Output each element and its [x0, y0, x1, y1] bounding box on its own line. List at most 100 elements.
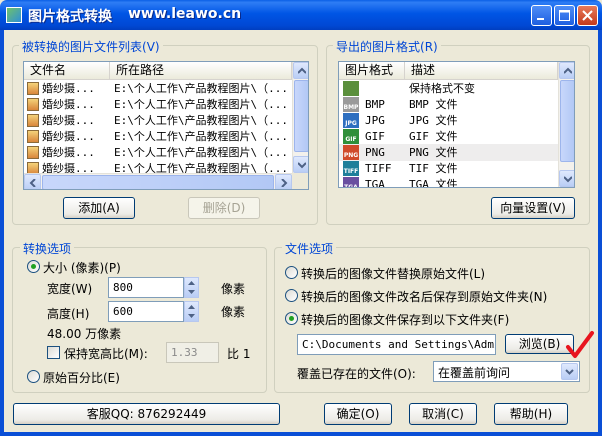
format-row[interactable]: TIFF TIFF TIF 文件 [339, 160, 558, 177]
format-desc-cell: TGA 文件 [409, 178, 458, 188]
column-header-filename[interactable]: 文件名 [24, 62, 110, 79]
size-pixels-label: 大小 (像素)(P) [43, 261, 121, 275]
format-row[interactable]: JPG JPG JPG 文件 [339, 112, 558, 129]
file-name-cell: 婚纱摄... [42, 114, 95, 127]
column-header-description[interactable]: 描述 [405, 62, 558, 79]
format-row[interactable]: PNG PNG PNG 文件 [339, 144, 558, 161]
width-spinner[interactable] [184, 277, 199, 298]
maximize-icon [559, 10, 570, 21]
minimize-button[interactable] [531, 5, 552, 26]
rename-save-label: 转换后的图像文件改名后保存到原始文件夹(N) [301, 290, 548, 304]
scroll-down-button[interactable] [293, 156, 308, 173]
png-icon: PNG [343, 145, 359, 160]
support-qq-button[interactable]: 客服QQ: 876292449 [13, 403, 280, 425]
add-button[interactable]: 添加(A) [63, 197, 135, 219]
original-percent-radio[interactable] [27, 370, 40, 383]
source-list-vscroll[interactable] [292, 62, 308, 173]
scroll-left-button[interactable] [24, 174, 41, 189]
file-path-cell: E:\个人工作\产品教程图片\（... [114, 82, 288, 95]
format-desc-cell: TIF 文件 [409, 162, 458, 175]
vector-settings-button[interactable]: 向量设置(V) [491, 197, 575, 219]
format-scroll-down-button[interactable] [559, 170, 574, 187]
format-name-cell: JPG [365, 114, 385, 127]
source-list-hscroll[interactable] [24, 173, 292, 189]
browse-button[interactable]: 浏览(B) [505, 334, 574, 354]
delete-button[interactable]: 删除(D) [188, 197, 260, 219]
output-folder-input[interactable]: C:\Documents and Settings\Admini [297, 334, 496, 355]
scroll-up-button[interactable] [293, 62, 308, 79]
format-row[interactable]: TGA TGA TGA 文件 [339, 176, 558, 188]
format-name-cell: GIF [365, 130, 385, 143]
height-spinner[interactable] [184, 301, 199, 322]
save-to-folder-radio[interactable] [285, 312, 298, 325]
close-icon [582, 10, 593, 21]
checkmark-annotation-icon [566, 331, 594, 358]
source-file-row[interactable]: 婚纱摄... E:\个人工作\产品教程图片\（... [24, 112, 292, 129]
rename-save-radio[interactable] [285, 289, 298, 302]
file-path-cell: E:\个人工作\产品教程图片\（... [114, 130, 288, 143]
image-file-icon [27, 146, 39, 159]
source-file-row[interactable]: 婚纱摄... E:\个人工作\产品教程图片\（... [24, 80, 292, 97]
chevron-down-icon [565, 369, 574, 375]
scroll-right-button[interactable] [275, 174, 292, 189]
jpg-icon: JPG [343, 113, 359, 128]
format-row[interactable]: 保持格式不变 [339, 80, 558, 97]
width-label: 宽度(W) [47, 282, 93, 296]
format-list[interactable]: 图片格式 描述 保持格式不变 BMP BMP BMP 文件 JPG JPG JPG 文件 GI… [338, 61, 575, 188]
cancel-button[interactable]: 取消(C) [409, 403, 477, 425]
help-button[interactable]: 帮助(H) [494, 403, 568, 425]
height-input[interactable]: 600 [108, 301, 184, 322]
keep-ratio-checkbox[interactable] [47, 346, 60, 359]
arrow-up-icon [564, 67, 572, 74]
column-header-path[interactable]: 所在路径 [110, 62, 292, 79]
format-name-cell: TGA [365, 178, 385, 188]
close-button[interactable] [577, 5, 598, 26]
file-path-cell: E:\个人工作\产品教程图片\（... [114, 114, 288, 127]
ok-button[interactable]: 确定(O) [324, 403, 392, 425]
source-file-list[interactable]: 文件名 所在路径 婚纱摄... E:\个人工作\产品教程图片\（... 婚纱摄...… [23, 61, 309, 190]
save-to-folder-label: 转换后的图像文件保存到以下文件夹(F) [301, 313, 510, 327]
format-list-vscroll[interactable] [558, 62, 574, 187]
scroll-thumb[interactable] [294, 80, 308, 152]
source-list-header: 文件名 所在路径 [24, 62, 292, 80]
format-name-cell [365, 80, 405, 97]
format-name-cell: BMP [365, 98, 385, 111]
file-name-cell: 婚纱摄... [42, 98, 95, 111]
size-pixels-radio[interactable] [27, 260, 40, 273]
format-desc-cell: GIF 文件 [409, 130, 458, 143]
overwrite-label: 覆盖已存在的文件(O): [297, 367, 416, 381]
source-file-row[interactable]: 婚纱摄... E:\个人工作\产品教程图片\（... [24, 96, 292, 113]
app-icon [6, 7, 22, 23]
ratio-input[interactable]: 1.33 [166, 342, 219, 363]
hscroll-thumb[interactable] [42, 175, 274, 189]
tga-icon: TGA [343, 177, 359, 187]
tiff-icon: TIFF [343, 161, 359, 176]
overwrite-dropdown-button[interactable] [561, 363, 578, 380]
format-list-header: 图片格式 描述 [339, 62, 558, 80]
original-percent-label: 原始百分比(E) [43, 371, 120, 385]
arrow-down-icon [298, 162, 306, 169]
format-row[interactable]: BMP BMP BMP 文件 [339, 96, 558, 113]
megapixels-label: 48.00 万像素 [47, 327, 122, 341]
source-file-row[interactable]: 婚纱摄... E:\个人工作\产品教程图片\（... [24, 128, 292, 145]
minimize-icon [537, 18, 544, 20]
format-desc-cell: PNG 文件 [409, 146, 458, 159]
format-scroll-thumb[interactable] [560, 80, 574, 162]
format-desc-cell: JPG 文件 [409, 114, 458, 127]
overwrite-select[interactable]: 在覆盖前询问 [433, 361, 580, 382]
gif-icon: GIF [343, 129, 359, 144]
format-scroll-up-button[interactable] [559, 62, 574, 79]
arrow-right-icon [281, 179, 288, 187]
height-unit: 像素 [221, 305, 246, 319]
source-file-row[interactable]: 婚纱摄... E:\个人工作\产品教程图片\（... [24, 144, 292, 161]
column-header-format[interactable]: 图片格式 [339, 62, 405, 79]
width-unit: 像素 [221, 282, 246, 296]
format-row[interactable]: GIF GIF GIF 文件 [339, 128, 558, 145]
image-file-icon [27, 114, 39, 127]
width-input[interactable]: 800 [108, 277, 184, 298]
maximize-button[interactable] [554, 5, 575, 26]
spinner-arrows-icon [188, 305, 195, 318]
convert-options-group-label: 转换选项 [20, 240, 75, 257]
replace-original-radio[interactable] [285, 266, 298, 279]
replace-original-label: 转换后的图像文件替换原始文件(L) [301, 267, 486, 281]
